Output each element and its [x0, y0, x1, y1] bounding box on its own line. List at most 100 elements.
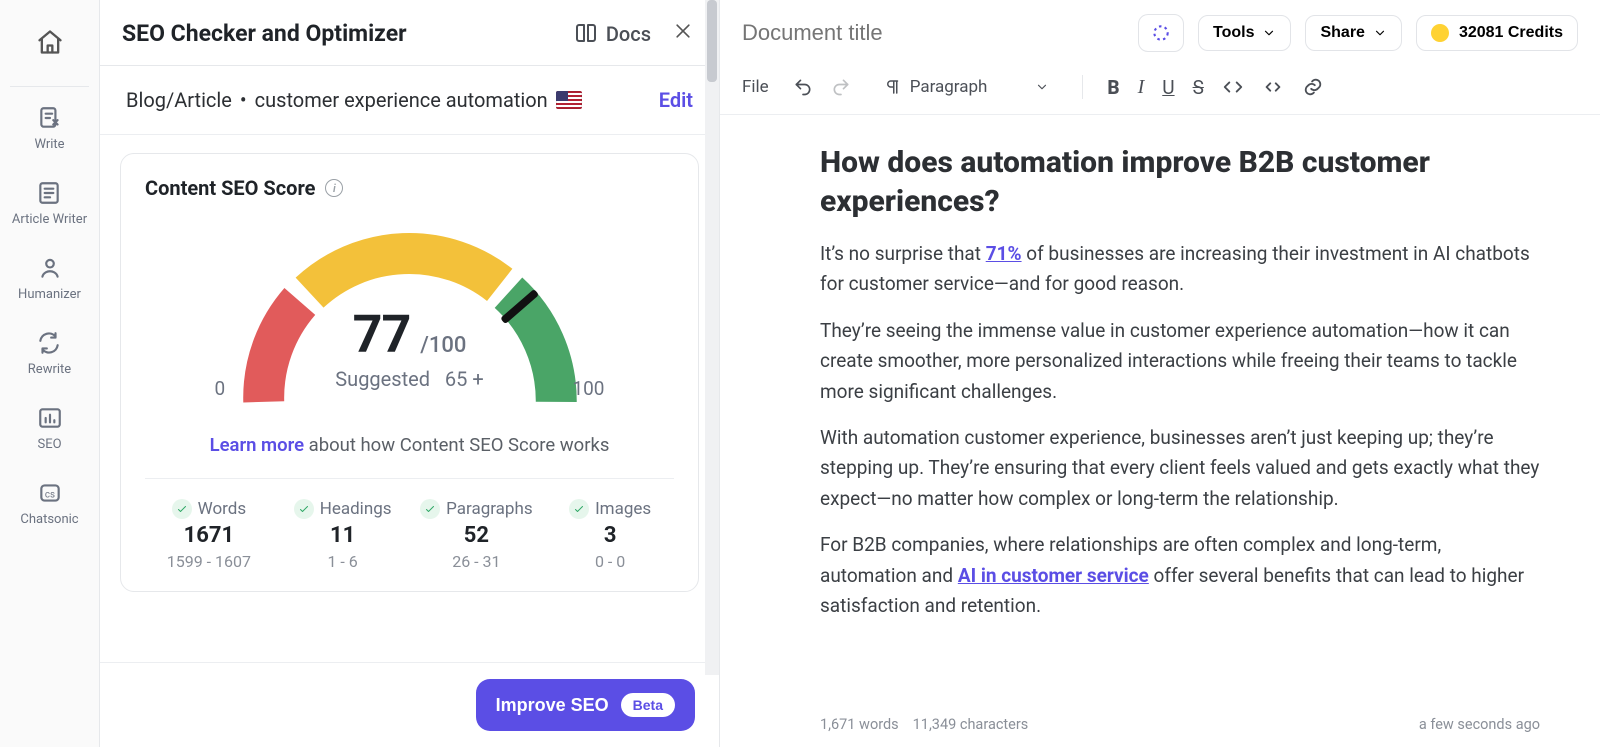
link-button[interactable] — [1302, 76, 1324, 98]
inline-link[interactable]: AI in customer service — [958, 564, 1149, 587]
stat-range: 26 - 31 — [452, 552, 500, 571]
undo-button[interactable] — [793, 77, 813, 97]
scrollbar[interactable] — [705, 0, 719, 675]
strike-button[interactable]: S — [1193, 76, 1204, 99]
seo-header: SEO Checker and Optimizer Docs — [100, 0, 719, 66]
beta-badge: Beta — [621, 693, 675, 717]
rail-label: Humanizer — [18, 287, 81, 302]
seo-panel-title: SEO Checker and Optimizer — [122, 20, 407, 47]
learn-more-link[interactable]: Learn more — [210, 434, 304, 456]
rail-item-humanizer[interactable]: Humanizer — [18, 255, 81, 302]
rail-item-write[interactable]: Write — [34, 105, 64, 152]
tools-label: Tools — [1213, 24, 1254, 42]
home-button[interactable] — [26, 18, 74, 66]
improve-seo-button[interactable]: Improve SEO Beta — [476, 679, 695, 731]
stat-label: Headings — [320, 499, 392, 519]
pilcrow-icon — [884, 78, 902, 96]
stat-range: 1599 - 1607 — [167, 552, 251, 571]
rail-item-seo[interactable]: SEO — [37, 405, 63, 452]
stat-range: 1 - 6 — [327, 552, 357, 571]
stat-paragraphs: Paragraphs 52 26 - 31 — [413, 499, 541, 571]
edit-link[interactable]: Edit — [659, 88, 693, 112]
coin-icon — [1431, 24, 1449, 42]
score-card-title: Content SEO Score — [145, 176, 315, 200]
bold-button[interactable]: B — [1107, 76, 1119, 99]
status-word-count: 1,671 words — [820, 716, 899, 733]
check-icon — [420, 499, 440, 519]
check-icon — [294, 499, 314, 519]
italic-button[interactable]: I — [1138, 76, 1145, 99]
status-char-count: 11,349 characters — [913, 716, 1029, 733]
app-root: Write Article Writer Humanizer Rewrite S — [0, 0, 1600, 747]
score-card: Content SEO Score i — [120, 153, 699, 592]
block-type-select[interactable]: Paragraph — [875, 72, 1059, 102]
docs-button[interactable]: Docs — [574, 22, 651, 46]
close-button[interactable] — [673, 21, 693, 47]
rail-label: Article Writer — [12, 212, 87, 227]
doc-paragraph: With automation customer experience, bus… — [820, 423, 1540, 514]
refresh-icon — [36, 330, 62, 356]
doc-paragraph: It’s no surprise that 71% of businesses … — [820, 239, 1540, 300]
link-icon — [1302, 76, 1324, 98]
stat-label: Images — [595, 499, 651, 519]
inline-link[interactable]: 71% — [986, 242, 1022, 265]
gauge-min-label: 0 — [215, 377, 226, 400]
redo-button[interactable] — [831, 77, 851, 97]
seo-scroll-area[interactable]: Content SEO Score i — [100, 135, 719, 662]
chevron-down-icon — [1035, 80, 1049, 94]
rail-label: Write — [34, 137, 64, 152]
seo-footer: Improve SEO Beta — [100, 662, 719, 747]
flag-us-icon — [556, 91, 582, 109]
code-icon — [1222, 76, 1244, 98]
document-body[interactable]: How does automation improve B2B customer… — [720, 115, 1600, 716]
stat-value: 52 — [464, 523, 489, 548]
stat-words: Words 1671 1599 - 1607 — [145, 499, 273, 571]
embed-button[interactable] — [1262, 76, 1284, 98]
credits-button[interactable]: 32081 Credits — [1416, 15, 1578, 51]
check-icon — [172, 499, 192, 519]
rail-item-article-writer[interactable]: Article Writer — [12, 180, 87, 227]
spinner-icon — [1151, 23, 1171, 43]
doc-status-bar: 1,671 words 11,349 characters a few seco… — [720, 716, 1600, 747]
separator-dot: • — [240, 88, 247, 112]
chevron-down-icon — [1373, 26, 1387, 40]
code-button[interactable] — [1222, 76, 1244, 98]
file-menu[interactable]: File — [742, 77, 769, 97]
gauge-center: 77 /100 Suggested 65 + — [335, 304, 483, 391]
scrollbar-thumb[interactable] — [707, 0, 717, 82]
gauge-max-label: 100 — [572, 377, 604, 400]
share-button[interactable]: Share — [1305, 15, 1401, 51]
rail-item-rewrite[interactable]: Rewrite — [28, 330, 71, 377]
document-title-input[interactable] — [742, 20, 1124, 46]
embed-icon — [1262, 76, 1284, 98]
rail-divider — [10, 86, 89, 87]
toolbar-separator — [1082, 75, 1083, 99]
stat-value: 1671 — [184, 523, 235, 548]
credits-value: 32081 Credits — [1459, 24, 1563, 42]
home-icon — [36, 28, 64, 56]
gauge-suggested: Suggested 65 + — [335, 367, 483, 391]
stat-value: 11 — [330, 523, 355, 548]
stat-value: 3 — [604, 523, 617, 548]
gauge: 77 /100 Suggested 65 + 0 100 — [145, 214, 674, 456]
rail-label: SEO — [37, 437, 61, 452]
editor-toolbar: File Paragraph B I U S — [720, 62, 1600, 115]
underline-button[interactable]: U — [1162, 76, 1174, 99]
ai-button[interactable] — [1138, 14, 1184, 52]
tools-button[interactable]: Tools — [1198, 15, 1291, 51]
gauge-suggested-label: Suggested — [335, 367, 430, 391]
target-keyword: customer experience automation — [255, 88, 548, 112]
info-icon[interactable]: i — [325, 179, 343, 197]
doc-heading: How does automation improve B2B customer… — [820, 143, 1540, 221]
text-run: It’s no surprise that — [820, 242, 986, 265]
gauge-suggested-value: 65 + — [445, 367, 484, 391]
svg-text:cs: cs — [44, 489, 54, 500]
article-icon — [36, 180, 62, 206]
undo-icon — [793, 77, 813, 97]
editor-pane: Tools Share 32081 Credits File — [720, 0, 1600, 747]
bar-chart-icon — [37, 405, 63, 431]
stats-row: Words 1671 1599 - 1607 Headings 11 1 - 6 — [145, 478, 674, 571]
book-icon — [574, 22, 598, 46]
person-icon — [37, 255, 63, 281]
rail-item-chatsonic[interactable]: cs Chatsonic — [20, 480, 78, 527]
